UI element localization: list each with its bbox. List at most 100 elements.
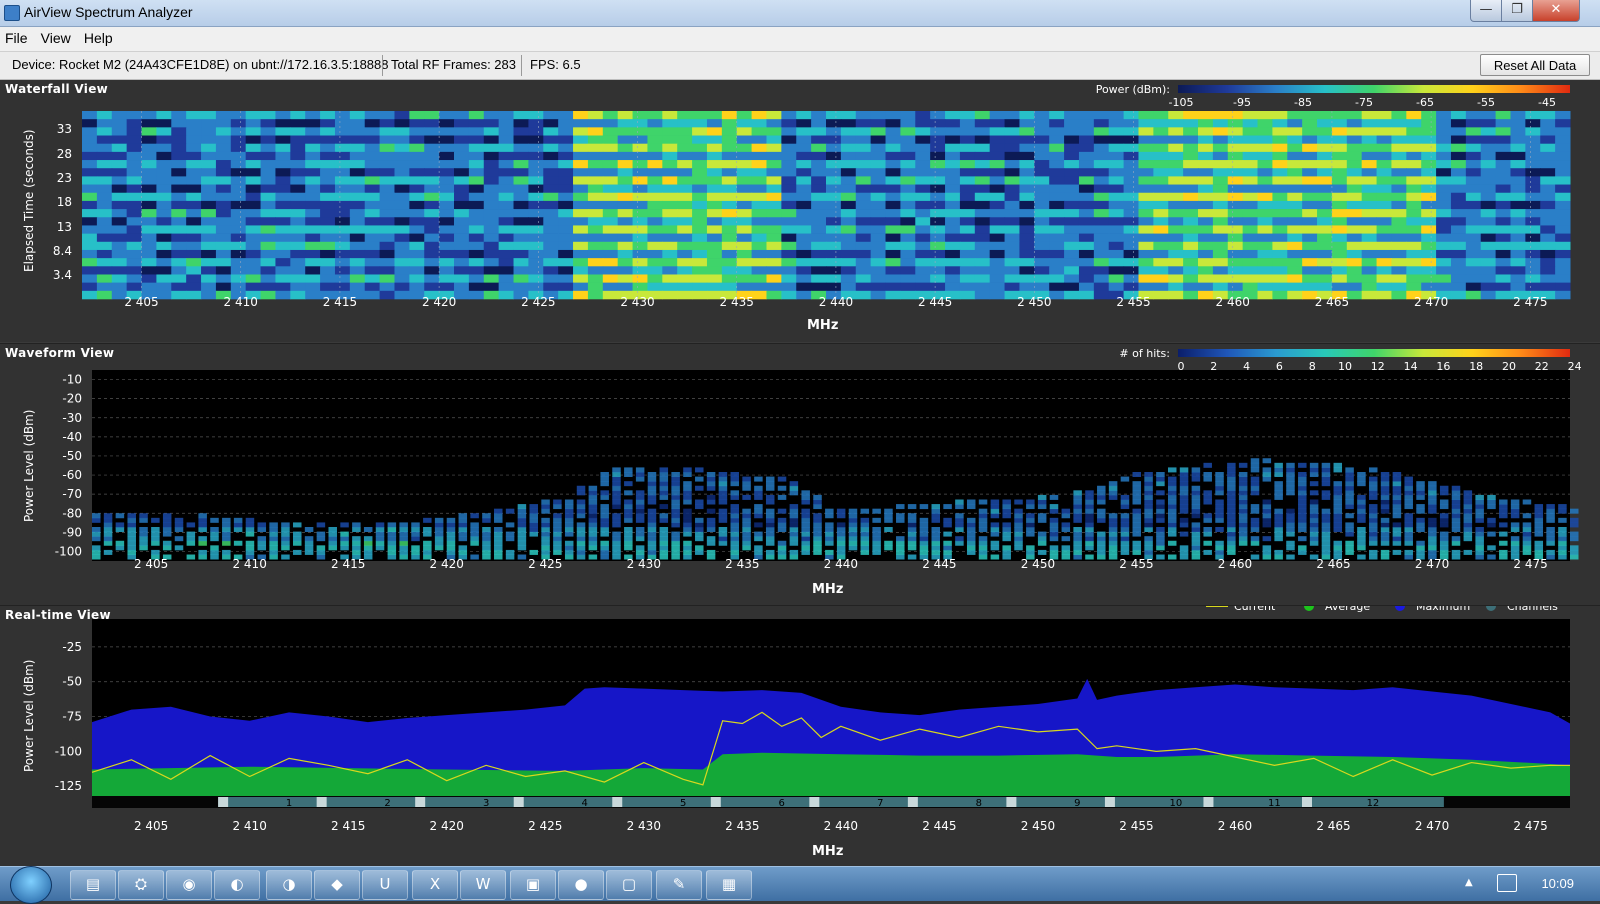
waterfall-cell [1138,233,1154,243]
menu-view[interactable]: View [41,30,71,46]
waterfall-cell [1123,176,1139,185]
waterfall-cell [364,192,381,202]
waterfall-cell [513,127,529,136]
waterfall-cell [781,111,797,120]
waterfall-cell [1317,119,1333,128]
waveform-cell [482,513,491,519]
menu-help[interactable]: Help [84,30,113,46]
chrome-icon[interactable]: ◉ [166,870,212,900]
waveform-cell [1404,494,1413,500]
waterfall-cell [156,168,172,177]
waterfall-cell [1495,225,1511,234]
waveform-cell [1167,481,1177,487]
waterfall-cell [930,241,946,251]
waterfall-cell [885,290,901,300]
waveform-cell [363,536,373,542]
waveform-x-tick: 2 475 [1513,557,1547,571]
monitor-icon[interactable]: ▣ [510,870,556,900]
waveform-cell [907,536,917,542]
waterfall-cell [662,290,678,300]
waterfall-cell [305,111,321,120]
waterfall-cell [662,143,678,153]
menu-file[interactable]: File [5,30,28,46]
waterfall-cell [1495,209,1511,218]
waterfall-cell [1555,119,1571,128]
waterfall-cell [900,209,916,218]
waveform-cell [245,522,255,528]
maximize-button[interactable]: ❐ [1501,0,1533,22]
waterfall-cell [1376,225,1392,234]
waveform-cell [1097,549,1106,555]
tray-expand-icon[interactable]: ▲ [1465,877,1473,888]
waveform-cell [162,540,172,546]
waveform-cell [635,545,645,551]
waterfall-cell [1346,258,1363,267]
waterfall-cell [454,209,470,218]
waterfall-cell [290,200,306,210]
waveform-cell [458,549,468,555]
waveform-cell [1368,481,1378,487]
waveform-cell [943,549,952,555]
waveform-cell [162,517,172,523]
waterfall-cell [1049,225,1065,234]
ubnt-icon[interactable]: U [362,870,408,900]
waterfall-cell [334,249,351,259]
stack-icon[interactable]: ◆ [314,870,360,900]
waterfall-cell [1019,192,1035,202]
waterfall-cell [1331,192,1348,202]
airview-taskbar-icon[interactable]: ▦ [706,870,752,900]
waterfall-cell [617,151,634,161]
network-icon[interactable]: ⛭ [118,870,164,900]
waterfall-cell [1064,160,1080,169]
waterfall-cell [811,225,827,234]
explorer-icon[interactable]: ▤ [70,870,116,900]
waveform-cell [765,508,775,514]
word-icon[interactable]: W [460,870,506,900]
realtime-x-axis-label: MHz [812,844,844,859]
waterfall-cell [989,225,1006,234]
waterfall-cell [260,184,276,194]
waveform-cell [1179,508,1189,514]
waveform-cell [564,499,574,505]
reset-all-data-button[interactable]: Reset All Data [1480,54,1590,76]
waveform-cell [612,549,621,555]
waveform-cell [1321,517,1331,523]
start-button[interactable] [10,866,52,904]
waterfall-cell [275,274,291,283]
waterfall-cell [96,168,113,177]
waveform-cell [139,527,148,533]
waveform-panel: Waveform View # of hits: 0 2 4 6 8 10 12 14 16 18 2… [0,343,1600,605]
waterfall-cell [811,266,827,275]
waveform-cell [848,527,858,533]
app-icon[interactable]: ◐ [214,870,260,900]
virtualbox-icon[interactable]: ▢ [606,870,652,900]
waterfall-cell [379,225,395,234]
waterfall-cell [379,160,395,169]
waterfall-cell [811,111,827,120]
waterfall-cell [1317,143,1333,153]
minimize-button[interactable]: — [1470,0,1502,22]
waterfall-cell [826,274,842,283]
waveform-cell [1416,527,1425,533]
waterfall-cell [1555,127,1571,136]
paint-icon[interactable]: ✎ [656,870,702,900]
waterfall-cell [394,274,410,283]
close-button[interactable]: ✕ [1532,0,1580,22]
waveform-cell [1108,531,1118,537]
excel-icon[interactable]: X [412,870,458,900]
waterfall-cell [900,143,916,153]
waveform-cell [1321,508,1331,514]
waterfall-cell [305,127,321,136]
waterfall-cell [260,160,276,169]
waveform-cell [1250,536,1260,542]
app-icon[interactable]: ◑ [266,870,312,900]
waveform-cell [1368,476,1378,482]
waterfall-cell [602,290,619,300]
tray-network-icon[interactable] [1497,874,1517,892]
waterfall-cell [915,143,931,153]
waterfall-cell [1019,209,1035,218]
waterfall-cell [1019,225,1035,234]
waterfall-cell [1257,233,1273,243]
waveform-cell [1570,536,1579,542]
firefox-icon[interactable]: ● [558,870,604,900]
